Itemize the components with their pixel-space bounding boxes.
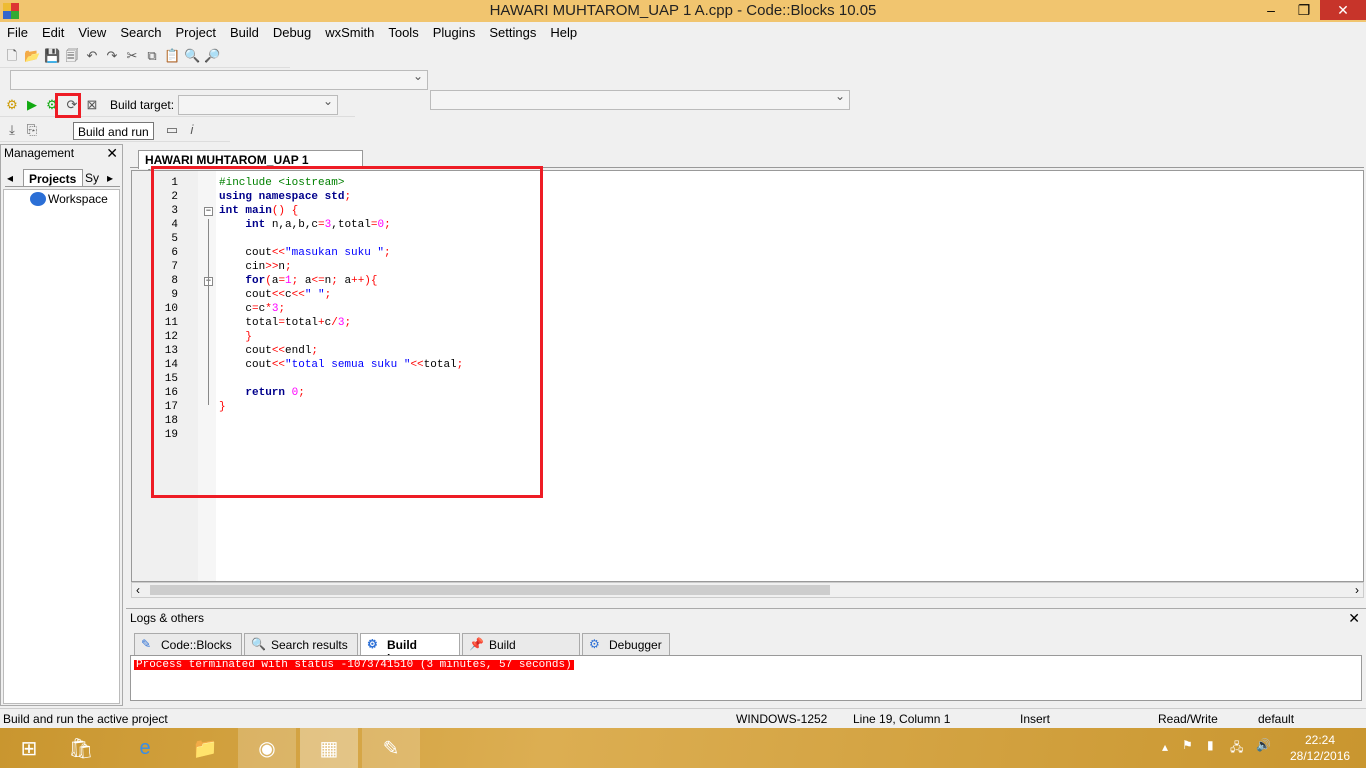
debug-run-icon[interactable]: ⤓: [4, 122, 20, 138]
management-title: Management: [4, 146, 75, 160]
log-tab-code-blocks[interactable]: ✎ Code::Blocks: [134, 633, 242, 655]
copy-icon[interactable]: ⧉: [144, 48, 160, 64]
paste-icon[interactable]: 📋: [164, 48, 180, 64]
clock-time[interactable]: 22:24: [1305, 733, 1335, 747]
maximize-button[interactable]: ❐: [1290, 0, 1318, 20]
status-encoding: WINDOWS-1252: [736, 712, 828, 726]
menu-help[interactable]: Help: [543, 22, 584, 42]
code-highlight-box: [151, 166, 543, 498]
logs-title: Logs & others: [130, 611, 205, 625]
menu-view[interactable]: View: [71, 22, 113, 42]
scrollbar-thumb[interactable]: [150, 585, 830, 595]
replace-icon[interactable]: 🔎: [204, 48, 220, 64]
menu-search[interactable]: Search: [113, 22, 168, 42]
menu-file[interactable]: File: [0, 22, 35, 42]
log-tab-build-log[interactable]: ⚙Build log✕: [360, 633, 460, 666]
tab-scroll-left-icon[interactable]: ◂: [7, 171, 13, 185]
status-hint: Build and run the active project: [3, 712, 168, 726]
log-tab-icon: 🔍: [251, 637, 266, 651]
minimize-button[interactable]: –: [1256, 0, 1286, 20]
save-all-icon[interactable]: 🗐: [64, 48, 80, 64]
open-icon[interactable]: 📂: [24, 48, 40, 64]
log-tab-icon: ⚙: [367, 637, 378, 651]
codeblocks-icon[interactable]: ▦: [300, 728, 358, 768]
scope-combo[interactable]: [10, 69, 428, 90]
log-tab-icon: 📌: [469, 637, 484, 651]
scroll-left-icon[interactable]: ‹: [136, 583, 140, 597]
title-bar: HAWARI MUHTAROM_UAP 1 A.cpp - Code::Bloc…: [0, 0, 1366, 22]
find-icon[interactable]: 🔍: [184, 48, 200, 64]
network-icon[interactable]: 🖧: [1230, 738, 1243, 759]
start-icon[interactable]: ⊞: [0, 728, 58, 768]
info-icon[interactable]: 𝑖: [184, 122, 200, 138]
new-file-icon[interactable]: 🗋: [4, 48, 20, 64]
build-icon[interactable]: ⚙: [4, 97, 20, 113]
status-access: Read/Write: [1158, 712, 1218, 726]
window-title: HAWARI MUHTAROM_UAP 1 A.cpp - Code::Bloc…: [489, 2, 877, 19]
close-button[interactable]: ✕: [1320, 0, 1366, 20]
action-center-icon[interactable]: ⚑: [1182, 738, 1193, 752]
menu-settings[interactable]: Settings: [482, 22, 543, 42]
taskbar: ⊞ 🛍 e 📁 ◉ ▦ ✎ ▴ ⚑ ▮ 🖧 🔊 22:24 28/12/2016: [0, 728, 1366, 768]
store-icon[interactable]: 🛍: [52, 728, 110, 768]
log-tab-icon: ✎: [141, 637, 152, 651]
notepad-icon[interactable]: ✎: [362, 728, 420, 768]
status-position: Line 19, Column 1: [853, 712, 951, 726]
close-logs-icon[interactable]: ✕: [1348, 610, 1360, 627]
run-icon[interactable]: ▶: [24, 97, 40, 113]
menu-tools[interactable]: Tools: [381, 22, 425, 42]
save-icon[interactable]: 💾: [44, 48, 60, 64]
workspace-icon: [30, 192, 46, 206]
log-tab-label: Debugger: [609, 638, 662, 652]
status-profile: default: [1258, 712, 1295, 726]
log-tab-search-results[interactable]: 🔍 Search results: [244, 633, 358, 655]
status-bar: Build and run the active project WINDOWS…: [0, 708, 1366, 728]
main-toolbar: 🗋 📂 💾 🗐 ↶ ↷ ✂ ⧉ 📋 🔍 🔎: [0, 44, 290, 68]
menu-plugins[interactable]: Plugins: [426, 22, 483, 42]
debug-info-icon[interactable]: ▭: [164, 122, 180, 138]
build-toolbar: ⚙ ▶ ⚙ ⟳ ⊠ Build target:: [0, 93, 355, 117]
menu-build[interactable]: Build: [223, 22, 266, 42]
build-target-label: Build target:: [110, 97, 175, 112]
horizontal-scrollbar[interactable]: ‹ ›: [131, 582, 1364, 598]
log-tab-debugger[interactable]: ⚙ Debugger: [582, 633, 670, 655]
status-mode: Insert: [1020, 712, 1051, 726]
tooltip: Build and run: [73, 122, 154, 140]
menu-debug[interactable]: Debug: [266, 22, 318, 42]
log-tab-build-messages[interactable]: 📌Build messages: [462, 633, 580, 666]
menu-wxsmith[interactable]: wxSmith: [318, 22, 381, 42]
tab-symbols[interactable]: Sy: [85, 171, 99, 185]
internet-explorer-icon[interactable]: e: [116, 728, 174, 768]
debug-step-icon[interactable]: ⎘: [24, 122, 40, 138]
volume-icon[interactable]: 🔊: [1256, 738, 1271, 752]
log-tab-label: Search results: [271, 638, 348, 652]
tab-scroll-right-icon[interactable]: ▸: [107, 171, 113, 185]
menu-bar: File Edit View Search Project Build Debug wxSmi…: [0, 22, 1366, 42]
build-target-combo[interactable]: [178, 94, 339, 115]
scroll-right-icon[interactable]: ›: [1355, 583, 1359, 597]
file-explorer-icon[interactable]: 📁: [176, 728, 234, 768]
close-panel-icon[interactable]: ✕: [106, 145, 118, 162]
show-hidden-icons[interactable]: ▴: [1162, 740, 1168, 754]
function-combo[interactable]: [430, 89, 850, 110]
app-icon: [3, 3, 19, 19]
build-log-output: Process terminated with status -10737415…: [130, 655, 1362, 701]
battery-icon[interactable]: ▮: [1207, 738, 1214, 752]
clock-date[interactable]: 28/12/2016: [1290, 749, 1350, 763]
redo-icon[interactable]: ↷: [104, 48, 120, 64]
log-tab-label: Code::Blocks: [161, 638, 232, 652]
log-message: Process terminated with status -10737415…: [134, 659, 574, 671]
menu-project[interactable]: Project: [169, 22, 223, 42]
management-panel: Management ✕ ◂ Projects Sy ▸ Workspace: [0, 144, 123, 706]
build-and-run-highlight: [55, 93, 81, 118]
undo-icon[interactable]: ↶: [84, 48, 100, 64]
tree-item-workspace[interactable]: Workspace: [48, 192, 108, 206]
log-tab-icon: ⚙: [589, 637, 600, 651]
cut-icon[interactable]: ✂: [124, 48, 140, 64]
chrome-icon[interactable]: ◉: [238, 728, 296, 768]
tab-projects[interactable]: Projects: [23, 169, 83, 187]
abort-icon[interactable]: ⊠: [84, 97, 100, 113]
logs-panel: Logs & others ✕ ✎ Code::Blocks 🔍 Search res…: [126, 608, 1366, 706]
menu-edit[interactable]: Edit: [35, 22, 71, 42]
